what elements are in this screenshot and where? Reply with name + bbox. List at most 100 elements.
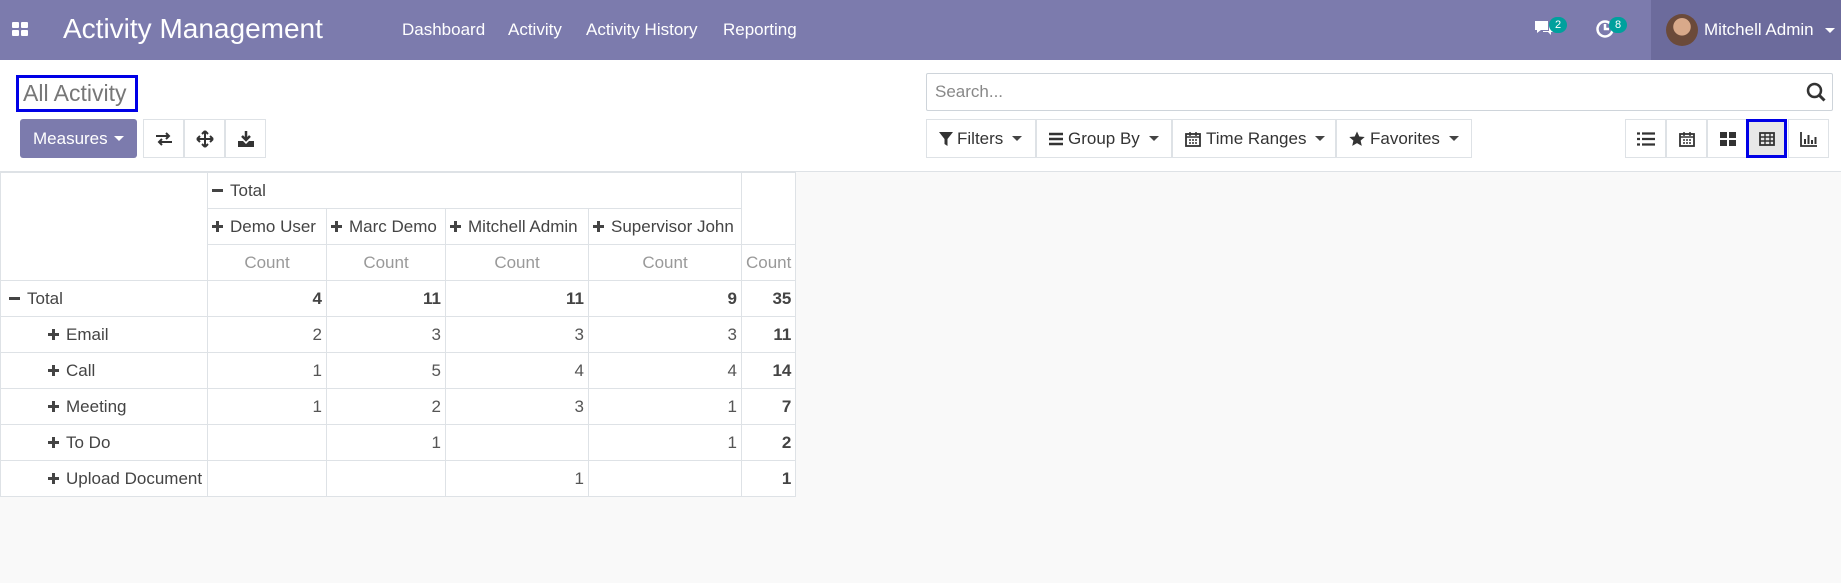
graph-view-button[interactable] [1788,119,1829,158]
chevron-down-icon [1148,136,1159,141]
minus-icon [9,293,20,304]
table-icon [1758,131,1775,146]
filter-icon [939,131,953,146]
cell-value[interactable]: 9 [588,280,742,317]
apps-menu-icon[interactable] [12,22,30,38]
bars-icon [1049,132,1063,145]
measure-header[interactable]: Count [326,244,446,281]
cell-value[interactable]: 5 [326,352,446,389]
cell-value[interactable]: 4 [588,352,742,389]
kanban-view-button[interactable] [1707,119,1748,158]
cell-value[interactable] [588,460,742,497]
filters-button[interactable]: Filters [926,119,1036,158]
cell-value[interactable]: 3 [445,388,589,425]
cell-value[interactable]: 11 [445,280,589,317]
search-icon[interactable] [1806,82,1826,102]
cell-value[interactable]: 2 [207,316,327,353]
messages-button[interactable]: 2 [1533,17,1568,42]
measure-header[interactable]: Count [740,244,797,281]
col-header-demo-user[interactable]: Demo User [207,208,327,245]
bar-chart-icon [1799,131,1817,147]
calendar-view-button[interactable] [1666,119,1707,158]
row-header-meeting[interactable]: Meeting [0,388,208,425]
filters-label: Filters [957,128,1004,148]
cell-value[interactable]: 2 [326,388,446,425]
cell-value[interactable] [445,424,589,461]
menu-reporting[interactable]: Reporting [723,20,797,40]
cell-total[interactable]: 2 [740,424,797,461]
time-ranges-button[interactable]: Time Ranges [1172,119,1336,158]
pivot-table: Total Demo User Marc Demo Mitchell Admin… [0,172,797,497]
list-view-button[interactable] [1625,119,1666,158]
plus-icon [48,364,59,376]
cell-value[interactable]: 11 [326,280,446,317]
user-menu[interactable]: Mitchell Admin [1651,0,1841,60]
page-title: All Activity [16,75,138,112]
row-header-total[interactable]: Total [0,280,208,317]
star-icon [1349,131,1365,146]
col-header-supervisor-john[interactable]: Supervisor John [588,208,742,245]
cell-value[interactable]: 4 [445,352,589,389]
cell-value[interactable]: 1 [207,352,327,389]
cell-total[interactable]: 14 [740,352,797,389]
pivot-view-button[interactable] [1746,119,1787,158]
cell-value[interactable]: 4 [207,280,327,317]
plus-icon [48,436,59,448]
calendar-icon [1185,131,1201,147]
calendar-icon [1678,131,1695,147]
cell-value[interactable] [326,460,446,497]
row-header-upload-document[interactable]: Upload Document [0,460,208,497]
menu-activity-history[interactable]: Activity History [586,20,697,40]
measure-header[interactable]: Count [207,244,327,281]
cell-value[interactable] [207,424,327,461]
col-header-total[interactable]: Total [207,172,742,209]
top-navbar: Activity Management Dashboard Activity A… [0,0,1841,60]
cell-total[interactable]: 1 [740,460,797,497]
col-header-mitchell-admin[interactable]: Mitchell Admin [445,208,589,245]
cell-total[interactable]: 11 [740,316,797,353]
cell-value[interactable]: 1 [326,424,446,461]
cell-value[interactable]: 1 [207,388,327,425]
avatar [1666,14,1698,46]
search-input[interactable] [928,75,1788,109]
exchange-icon [155,131,172,146]
th-large-icon [1719,131,1736,146]
table-row: Upload Document 1 1 [0,460,797,497]
group-by-button[interactable]: Group By [1036,119,1172,158]
minus-icon [212,185,223,196]
cell-total[interactable]: 35 [740,280,797,317]
table-row: To Do 1 1 2 [0,424,797,461]
plus-icon [450,220,461,232]
download-button[interactable] [225,119,266,158]
messages-badge: 2 [1549,17,1568,33]
menu-activity[interactable]: Activity [508,20,562,40]
table-row: Email 2 3 3 3 11 [0,316,797,353]
cell-value[interactable]: 1 [588,388,742,425]
cell-value[interactable]: 3 [326,316,446,353]
chevron-down-icon [113,136,124,141]
col-header-marc-demo[interactable]: Marc Demo [326,208,446,245]
cell-value[interactable]: 3 [588,316,742,353]
activities-badge: 8 [1609,17,1628,33]
plus-icon [48,400,59,412]
measure-header[interactable]: Count [588,244,742,281]
row-header-email[interactable]: Email [0,316,208,353]
cell-value[interactable] [207,460,327,497]
row-header-to-do[interactable]: To Do [0,424,208,461]
menu-dashboard[interactable]: Dashboard [402,20,485,40]
plus-icon [48,472,59,484]
cell-value[interactable]: 1 [445,460,589,497]
expand-all-button[interactable] [184,119,225,158]
measure-header[interactable]: Count [445,244,589,281]
flip-axis-button[interactable] [143,119,184,158]
total-col-header [740,172,797,245]
cell-value[interactable]: 3 [445,316,589,353]
plus-icon [212,220,223,232]
cell-value[interactable]: 1 [588,424,742,461]
row-header-call[interactable]: Call [0,352,208,389]
cell-total[interactable]: 7 [740,388,797,425]
measures-button[interactable]: Measures [20,119,137,158]
activities-button[interactable]: 8 [1595,17,1628,42]
favorites-button[interactable]: Favorites [1336,119,1472,158]
table-row-total: Total 4 11 11 9 35 [0,280,797,317]
